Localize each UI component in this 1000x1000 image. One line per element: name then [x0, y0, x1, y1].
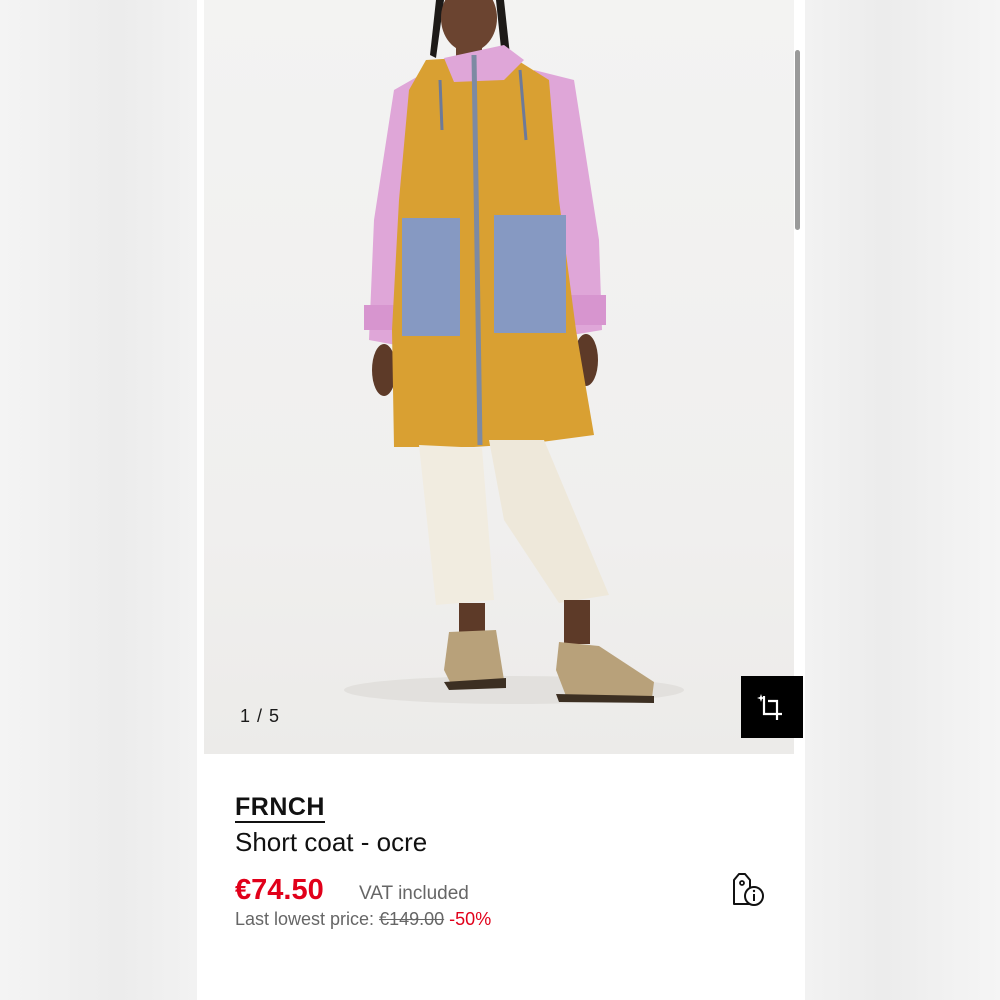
- product-image-gallery[interactable]: 1 / 5: [204, 0, 794, 754]
- page-scrollbar[interactable]: [795, 50, 800, 230]
- discount-badge: -50%: [449, 909, 492, 929]
- image-counter: 1 / 5: [240, 706, 281, 726]
- vat-note: VAT included: [359, 883, 469, 904]
- current-price: €74.50: [235, 874, 324, 906]
- left-margin: [0, 0, 197, 1000]
- original-price: €149.00: [379, 909, 445, 929]
- right-margin: [805, 0, 1000, 1000]
- lowest-price-line: Last lowest price: €149.00 -50%: [235, 909, 491, 930]
- crop-sparkle-icon: [757, 694, 782, 720]
- product-photo: [344, 0, 684, 704]
- lowest-price-label: Last lowest price:: [235, 909, 375, 929]
- product-title: Short coat - ocre: [235, 827, 428, 857]
- price-info-button[interactable]: [730, 870, 766, 908]
- find-similar-button[interactable]: [741, 676, 803, 738]
- brand-link[interactable]: FRNCH: [235, 794, 325, 823]
- price-tag-info-icon: [733, 873, 764, 906]
